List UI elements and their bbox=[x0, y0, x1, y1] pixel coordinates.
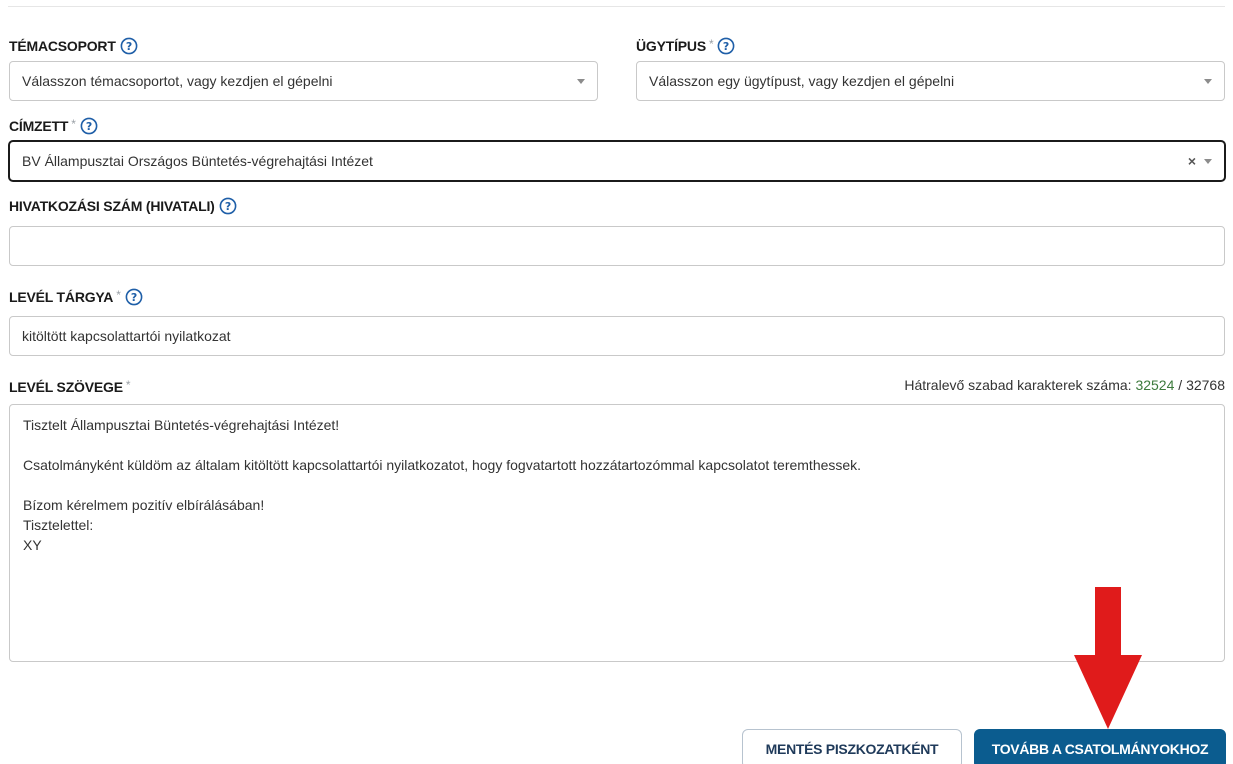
required-marker: * bbox=[116, 288, 121, 302]
case-type-select[interactable]: Válasszon egy ügytípust, vagy kezdjen el… bbox=[636, 61, 1225, 101]
character-counter: Hátralevő szabad karakterek száma: 32524… bbox=[904, 377, 1225, 393]
reference-number-input[interactable] bbox=[9, 226, 1225, 266]
help-icon[interactable]: ? bbox=[120, 37, 138, 55]
reference-number-label: HIVATKOZÁSI SZÁM (HIVATALI) ? bbox=[9, 196, 237, 216]
svg-text:?: ? bbox=[126, 40, 132, 53]
help-icon[interactable]: ? bbox=[80, 117, 98, 135]
top-divider bbox=[8, 6, 1225, 7]
body-line bbox=[23, 475, 1211, 495]
case-type-label: ÜGYTÍPUS * ? bbox=[636, 36, 735, 56]
topic-label-text: TÉMACSOPORT bbox=[9, 38, 116, 54]
recipient-select-value: BV Állampusztai Országos Büntetés-végreh… bbox=[22, 153, 373, 169]
recipient-label-text: CÍMZETT bbox=[9, 118, 69, 134]
subject-value: kitöltött kapcsolattartói nyilatkozat bbox=[22, 328, 231, 344]
svg-text:?: ? bbox=[225, 200, 231, 213]
help-icon[interactable]: ? bbox=[717, 37, 735, 55]
svg-text:?: ? bbox=[723, 40, 729, 53]
svg-text:?: ? bbox=[86, 120, 92, 133]
required-marker: * bbox=[708, 37, 714, 51]
body-line bbox=[23, 435, 1211, 455]
caret-down-icon bbox=[1204, 78, 1212, 84]
counter-label: Hátralevő szabad karakterek száma: bbox=[904, 377, 1132, 393]
caret-down-icon bbox=[577, 78, 585, 84]
subject-label-text: LEVÉL TÁRGYA bbox=[9, 289, 114, 305]
required-marker: * bbox=[71, 117, 76, 131]
body-label: LEVÉL SZÖVEGE * bbox=[9, 377, 131, 397]
topic-select-placeholder: Válasszon témacsoportot, vagy kezdjen el… bbox=[22, 73, 333, 89]
body-line: Bízom kérelmem pozitív elbírálásában! bbox=[23, 497, 265, 513]
close-icon[interactable]: × bbox=[1188, 154, 1196, 168]
save-draft-button[interactable]: MENTÉS PISZKOZATKÉNT bbox=[742, 729, 962, 764]
counter-max: 32768 bbox=[1186, 377, 1225, 393]
subject-label: LEVÉL TÁRGYA * ? bbox=[9, 287, 143, 307]
body-line: XY bbox=[23, 537, 42, 553]
body-line: Tisztelt Állampusztai Büntetés-végrehajt… bbox=[23, 417, 340, 433]
help-icon[interactable]: ? bbox=[125, 288, 143, 306]
case-type-label-text: ÜGYTÍPUS bbox=[636, 38, 706, 54]
body-line: Csatolmányként küldöm az általam kitöltö… bbox=[23, 457, 862, 473]
counter-separator: / bbox=[1178, 377, 1183, 393]
svg-text:?: ? bbox=[131, 291, 137, 304]
help-icon[interactable]: ? bbox=[219, 197, 237, 215]
continue-to-attachments-button[interactable]: TOVÁBB A CSATOLMÁNYOKHOZ bbox=[974, 729, 1226, 764]
body-line: Tisztelettel: bbox=[23, 517, 94, 533]
body-label-text: LEVÉL SZÖVEGE bbox=[9, 379, 123, 395]
reference-number-label-text: HIVATKOZÁSI SZÁM (HIVATALI) bbox=[9, 198, 215, 214]
subject-input[interactable]: kitöltött kapcsolattartói nyilatkozat bbox=[9, 316, 1225, 356]
recipient-select[interactable]: BV Állampusztai Országos Büntetés-végreh… bbox=[8, 140, 1226, 182]
red-down-arrow-icon bbox=[1074, 587, 1142, 729]
caret-down-icon bbox=[1204, 158, 1212, 164]
required-marker: * bbox=[125, 378, 131, 392]
counter-remaining: 32524 bbox=[1135, 377, 1175, 393]
body-textarea[interactable]: Tisztelt Állampusztai Büntetés-végrehajt… bbox=[9, 404, 1225, 662]
recipient-label: CÍMZETT * ? bbox=[9, 116, 98, 136]
topic-label: TÉMACSOPORT ? bbox=[9, 36, 138, 56]
topic-select[interactable]: Válasszon témacsoportot, vagy kezdjen el… bbox=[9, 61, 598, 101]
case-type-select-placeholder: Válasszon egy ügytípust, vagy kezdjen el… bbox=[649, 73, 955, 89]
